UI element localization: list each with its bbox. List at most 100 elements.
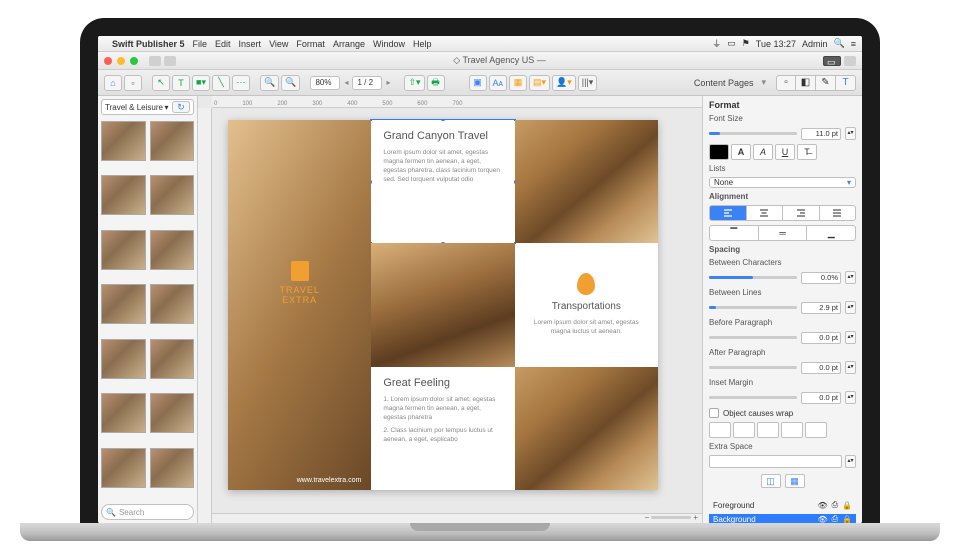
clock-text[interactable]: Tue 13:27 <box>756 39 796 49</box>
wrap-mode-5-button[interactable] <box>805 422 827 438</box>
align-justify-button[interactable] <box>820 205 857 221</box>
print-tool-icon[interactable]: 🖶 <box>427 75 445 91</box>
before-para-value[interactable]: 0.0 pt <box>801 332 841 344</box>
image-block[interactable]: TRAVEL EXTRA www.travelextra.com <box>228 120 371 490</box>
zoom-level-field[interactable]: 80% <box>310 76 340 90</box>
media-thumbnail[interactable] <box>101 393 146 433</box>
text-color-swatch[interactable] <box>709 144 729 160</box>
text-style-tool-icon[interactable]: Aᴀ <box>489 75 507 91</box>
wrap-mode-4-button[interactable] <box>781 422 803 438</box>
font-size-stepper[interactable]: ▴▾ <box>845 127 856 140</box>
text-block-great-feeling[interactable]: Great Feeling 1. Lorem ipsum dolor sit a… <box>371 367 514 490</box>
between-lines-stepper[interactable]: ▴▾ <box>845 301 856 314</box>
inspector-tab-text-icon[interactable]: T <box>836 75 856 91</box>
inset-margin-slider[interactable] <box>709 396 797 399</box>
media-thumbnail[interactable] <box>150 339 195 379</box>
between-chars-stepper[interactable]: ▴▾ <box>845 271 856 284</box>
lock-icon[interactable]: 🔒 <box>842 501 852 510</box>
media-thumbnail[interactable] <box>150 121 195 161</box>
media-thumbnail[interactable] <box>101 284 146 324</box>
line-tool-icon[interactable]: ╲ <box>212 75 230 91</box>
before-para-stepper[interactable]: ▴▾ <box>845 331 856 344</box>
lists-dropdown[interactable]: None ▾ <box>709 177 856 188</box>
valign-top-button[interactable]: ▔ <box>709 225 759 241</box>
menu-file[interactable]: File <box>193 39 208 49</box>
spotlight-icon[interactable]: 🔍 <box>834 38 845 49</box>
minimize-window-button[interactable] <box>117 57 125 65</box>
text-block-grand-canyon[interactable]: Grand Canyon Travel Lorem ipsum dolor si… <box>371 120 514 243</box>
media-thumbnail[interactable] <box>101 339 146 379</box>
shape-tool-icon[interactable]: ■▾ <box>192 75 210 91</box>
strikethrough-button[interactable]: T̶ <box>797 144 817 160</box>
print-icon[interactable]: ⎙ <box>832 514 838 523</box>
inspector-tab-document-icon[interactable]: ▫ <box>776 75 796 91</box>
content-pages-label[interactable]: Content Pages <box>694 78 754 88</box>
select-tool-icon[interactable]: ↖ <box>152 75 170 91</box>
after-para-stepper[interactable]: ▴▾ <box>845 361 856 374</box>
extra-space-stepper[interactable]: ▴▾ <box>845 455 856 468</box>
media-search-input[interactable]: 🔍 Search <box>101 504 194 520</box>
canvas-area[interactable]: 0 100 200 300 400 500 600 700 Grand Cany… <box>198 96 702 523</box>
new-page-icon[interactable]: ▫ <box>124 75 142 91</box>
between-chars-slider[interactable] <box>709 276 797 279</box>
layer-foreground-row[interactable]: Foreground 👁 ⎙ 🔒 <box>709 500 856 510</box>
inspector-tab-geometry-icon[interactable]: ◧ <box>796 75 816 91</box>
wrap-mode-1-button[interactable] <box>709 422 731 438</box>
inspector-tab-appearance-icon[interactable]: ✎ <box>816 75 836 91</box>
table-tool-icon[interactable]: ▦ <box>509 75 527 91</box>
image-block[interactable] <box>515 367 658 490</box>
flag-status-icon[interactable]: ⚑ <box>742 38 750 49</box>
wrap-mode-2-button[interactable] <box>733 422 755 438</box>
image-tool-icon[interactable]: ▣ <box>469 75 487 91</box>
before-para-slider[interactable] <box>709 336 797 339</box>
italic-button[interactable]: A <box>753 144 773 160</box>
layer-background-row[interactable]: Background 👁 ⎙ 🔒 <box>709 514 856 523</box>
extra-space-field[interactable] <box>709 455 842 468</box>
align-right-button[interactable] <box>783 205 820 221</box>
menu-arrange[interactable]: Arrange <box>333 39 365 49</box>
menu-extras-icon[interactable]: ≡ <box>851 39 856 49</box>
align-left-button[interactable] <box>709 205 747 221</box>
zoom-plus-icon[interactable]: + <box>693 513 698 522</box>
print-icon[interactable]: ⎙ <box>832 500 838 510</box>
calendar-tool-icon[interactable]: ▤▾ <box>529 75 550 91</box>
page-indicator-field[interactable]: 1 / 2 <box>352 76 382 90</box>
app-name-menu[interactable]: Swift Publisher 5 <box>112 39 185 49</box>
object-wrap-checkbox[interactable] <box>709 408 719 418</box>
menu-edit[interactable]: Edit <box>215 39 231 49</box>
between-chars-value[interactable]: 0.0% <box>801 272 841 284</box>
inset-margin-stepper[interactable]: ▴▾ <box>845 391 856 404</box>
text-tool-icon[interactable]: T <box>172 75 190 91</box>
menu-insert[interactable]: Insert <box>239 39 262 49</box>
media-thumbnail[interactable] <box>101 175 146 215</box>
zoom-window-button[interactable] <box>130 57 138 65</box>
inset-margin-value[interactable]: 0.0 pt <box>801 392 841 404</box>
media-thumbnail[interactable] <box>101 121 146 161</box>
zoom-out-tool-icon[interactable]: 🔍 <box>260 75 279 91</box>
media-thumbnail[interactable] <box>150 448 195 488</box>
media-thumbnail[interactable] <box>150 284 195 324</box>
valign-bottom-button[interactable]: ▁ <box>807 225 856 241</box>
image-block[interactable] <box>371 243 514 366</box>
between-lines-value[interactable]: 2.9 pt <box>801 302 841 314</box>
zoom-in-tool-icon[interactable]: 🔍 <box>281 75 300 91</box>
align-center-button[interactable] <box>747 205 784 221</box>
document-page[interactable]: Grand Canyon Travel Lorem ipsum dolor si… <box>228 120 658 490</box>
menu-window[interactable]: Window <box>373 39 405 49</box>
media-thumbnail[interactable] <box>101 448 146 488</box>
layers-view-grid-icon[interactable]: ▦ <box>785 474 805 488</box>
zoom-slider[interactable] <box>651 516 691 519</box>
wrap-mode-3-button[interactable] <box>757 422 779 438</box>
zoom-next-icon[interactable]: ▸ <box>386 78 390 87</box>
visibility-icon[interactable]: 👁 <box>817 501 827 510</box>
valign-middle-button[interactable]: ═ <box>759 225 808 241</box>
menu-view[interactable]: View <box>269 39 288 49</box>
export-tool-icon[interactable]: ⇧▾ <box>404 75 424 91</box>
font-size-slider[interactable] <box>709 132 797 135</box>
wifi-status-icon[interactable]: ⏚ <box>712 37 721 50</box>
after-para-slider[interactable] <box>709 366 797 369</box>
after-para-value[interactable]: 0.0 pt <box>801 362 841 374</box>
text-block-transportations[interactable]: Transportations Lorem ipsum dolor sit am… <box>515 243 658 366</box>
home-tool-icon[interactable]: ⌂ <box>104 75 122 91</box>
zoom-prev-icon[interactable]: ◂ <box>344 78 348 87</box>
